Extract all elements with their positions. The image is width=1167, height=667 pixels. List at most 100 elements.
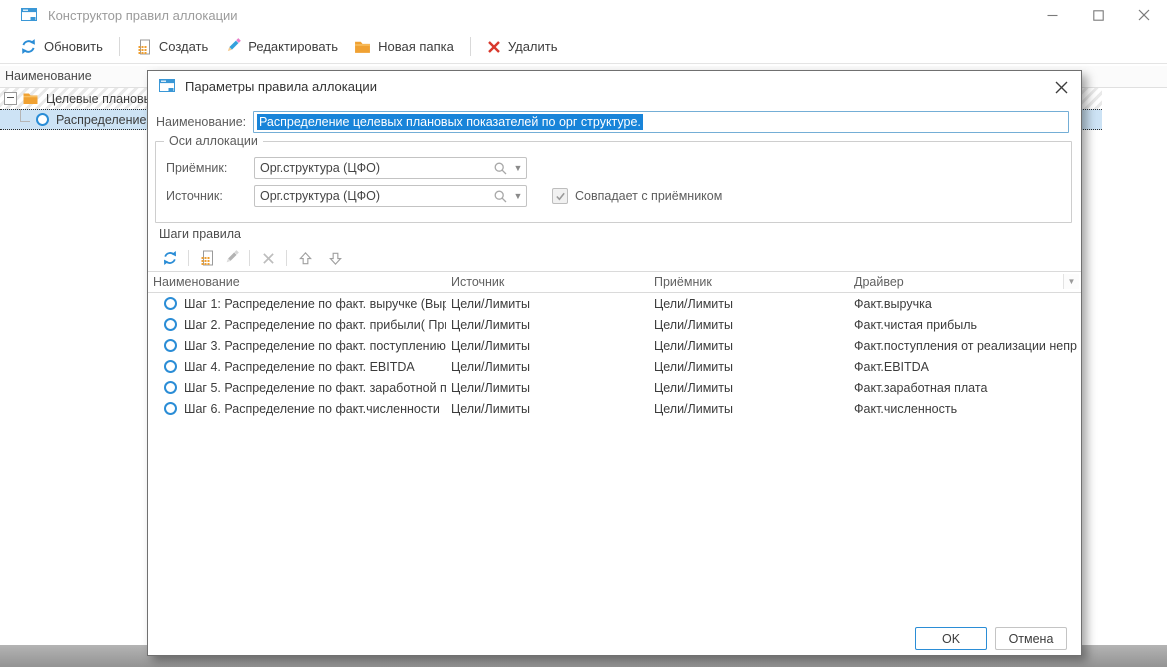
steps-refresh-button[interactable] [158, 247, 182, 269]
step-name: Шаг 5. Распределение по факт. заработной… [184, 381, 446, 395]
maximize-icon [1093, 10, 1104, 21]
app-window-icon [21, 8, 38, 23]
receiver-value: Орг.структура (ЦФО) [255, 161, 493, 175]
folder-icon [22, 91, 39, 106]
allocation-axes-group: Оси аллокации Приёмник: Орг.структура (Ц… [155, 141, 1072, 223]
checkbox-checked-icon[interactable] [552, 188, 568, 204]
arrow-down-icon [328, 251, 343, 266]
match-receiver-checkbox-wrap[interactable]: Совпадает с приёмником [552, 188, 722, 204]
step-receiver: Цели/Лимиты [649, 381, 849, 395]
create-button[interactable]: Создать [128, 35, 216, 59]
column-header-source[interactable]: Источник [446, 275, 649, 289]
name-input-selected-text: Распределение целевых плановых показател… [257, 114, 643, 130]
step-receiver: Цели/Лимиты [649, 297, 849, 311]
window-titlebar: Конструктор правил аллокации [0, 0, 1167, 30]
allocation-rule-parameters-dialog: Параметры правила аллокации Наименование… [147, 70, 1082, 656]
receiver-lookup-field[interactable]: Орг.структура (ЦФО) ▼ [254, 157, 527, 179]
step-driver: Факт.численность [849, 402, 1081, 416]
delete-x-icon [487, 40, 501, 54]
step-row-4[interactable]: Шаг 4. Распределение по факт. EBITDA Цел… [148, 356, 1081, 377]
close-icon [1055, 81, 1068, 94]
folder-icon [354, 39, 371, 55]
toolbar-item-label: Удалить [508, 39, 558, 54]
column-header-receiver[interactable]: Приёмник [649, 275, 849, 289]
toolbar-item-label: Обновить [44, 39, 103, 54]
step-source: Цели/Лимиты [446, 360, 649, 374]
step-source: Цели/Лимиты [446, 318, 649, 332]
dialog-titlebar: Параметры правила аллокации [148, 71, 1081, 101]
new-folder-button[interactable]: Новая папка [346, 35, 462, 59]
step-receiver: Цели/Лимиты [649, 318, 849, 332]
step-circle-icon [164, 360, 177, 373]
dialog-window-icon [159, 79, 176, 94]
toolbar-separator [188, 250, 189, 266]
main-toolbar: Обновить Создать Редакти [0, 30, 1167, 64]
step-source: Цели/Лимиты [446, 381, 649, 395]
step-driver: Факт.поступления от реализации непр [849, 339, 1081, 353]
tree-branch-connector [20, 109, 30, 122]
delete-button[interactable]: Удалить [479, 35, 566, 58]
step-row-6[interactable]: Шаг 6. Распределение по факт.численности… [148, 398, 1081, 419]
steps-delete-button-disabled[interactable] [256, 247, 280, 269]
step-driver: Факт.чистая прибыль [849, 318, 1081, 332]
collapse-expander-icon[interactable] [4, 92, 17, 105]
ok-button[interactable]: OK [915, 627, 987, 650]
step-circle-icon [164, 381, 177, 394]
new-document-icon [136, 39, 152, 55]
column-filter-button[interactable]: ▼ [1063, 274, 1079, 289]
step-circle-icon [164, 297, 177, 310]
search-icon [493, 161, 508, 176]
rule-circle-icon [36, 113, 49, 126]
new-document-icon [199, 250, 215, 266]
step-name: Шаг 2. Распределение по факт. прибыли( П… [184, 318, 446, 332]
steps-table-header: Наименование Источник Приёмник Драйвер ▼ [148, 271, 1081, 293]
steps-move-down-button[interactable] [323, 247, 347, 269]
chevron-down-icon[interactable]: ▼ [510, 191, 526, 201]
step-name: Шаг 1: Распределение по факт. выручке (В… [184, 297, 446, 311]
steps-move-up-button[interactable] [293, 247, 317, 269]
steps-table: Наименование Источник Приёмник Драйвер ▼… [148, 271, 1081, 419]
steps-section-title: Шаги правила [159, 227, 241, 241]
cancel-button[interactable]: Отмена [995, 627, 1067, 650]
main-window: Конструктор правил аллокации Обновить [0, 0, 1167, 667]
refresh-button[interactable]: Обновить [12, 34, 111, 59]
step-driver: Факт.заработная плата [849, 381, 1081, 395]
chevron-down-icon[interactable]: ▼ [510, 163, 526, 173]
pencil-icon [224, 38, 241, 55]
minimize-button[interactable] [1029, 0, 1075, 30]
step-source: Цели/Лимиты [446, 402, 649, 416]
name-field-row: Наименование: Распределение целевых план… [156, 111, 1069, 133]
toolbar-separator [286, 250, 287, 266]
close-button[interactable] [1121, 0, 1167, 30]
step-source: Цели/Лимиты [446, 297, 649, 311]
dialog-close-button[interactable] [1050, 78, 1072, 96]
steps-edit-button-disabled[interactable] [219, 247, 243, 269]
toolbar-item-label: Новая папка [378, 39, 454, 54]
maximize-button[interactable] [1075, 0, 1121, 30]
edit-button[interactable]: Редактировать [216, 34, 346, 59]
step-name: Шаг 3. Распределение по факт. поступлени… [184, 339, 446, 353]
name-field-label: Наименование: [156, 115, 246, 129]
close-icon [1138, 9, 1150, 21]
toolbar-separator [470, 37, 471, 56]
step-row-3[interactable]: Шаг 3. Распределение по факт. поступлени… [148, 335, 1081, 356]
step-receiver: Цели/Лимиты [649, 339, 849, 353]
arrow-up-icon [298, 251, 313, 266]
step-row-2[interactable]: Шаг 2. Распределение по факт. прибыли( П… [148, 314, 1081, 335]
window-controls [1029, 0, 1167, 30]
column-header-name[interactable]: Наименование [148, 275, 446, 289]
toolbar-item-label: Создать [159, 39, 208, 54]
step-driver: Факт.выручка [849, 297, 1081, 311]
toolbar-item-label: Редактировать [248, 39, 338, 54]
source-value: Орг.структура (ЦФО) [255, 189, 493, 203]
column-header-driver[interactable]: Драйвер [849, 275, 1081, 289]
receiver-label: Приёмник: [166, 161, 227, 175]
step-circle-icon [164, 339, 177, 352]
source-lookup-field[interactable]: Орг.структура (ЦФО) ▼ [254, 185, 527, 207]
step-row-1[interactable]: Шаг 1: Распределение по факт. выручке (В… [148, 293, 1081, 314]
step-row-5[interactable]: Шаг 5. Распределение по факт. заработной… [148, 377, 1081, 398]
step-circle-icon [164, 318, 177, 331]
step-driver: Факт.EBITDA [849, 360, 1081, 374]
name-input[interactable]: Распределение целевых плановых показател… [253, 111, 1069, 133]
steps-add-button[interactable] [195, 247, 219, 269]
